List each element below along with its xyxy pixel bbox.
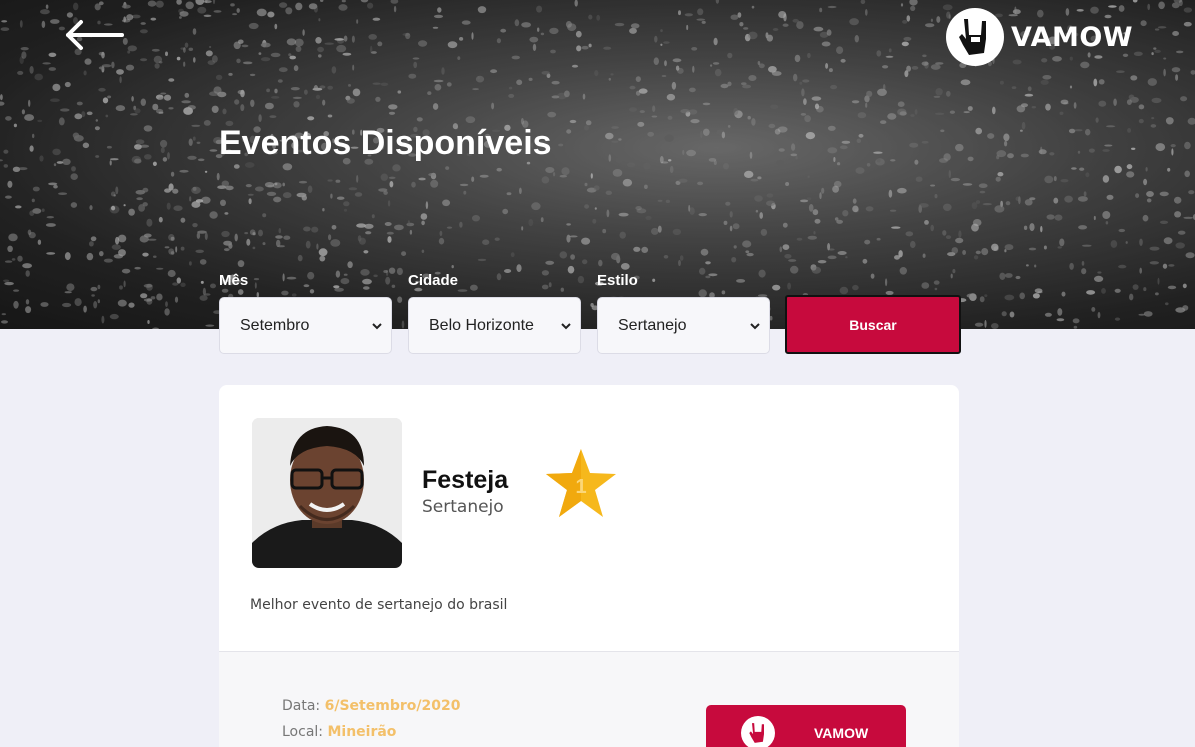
chevron-down-icon [372,323,382,330]
event-date: Data: 6/Setembro/2020 [282,698,460,714]
hero-banner: VAMOW Eventos Disponíveis Mês Cidade Est… [0,0,1195,329]
search-button[interactable]: Buscar [785,295,961,354]
date-label: Data: [282,698,321,714]
month-select[interactable]: Setembro [219,297,392,354]
event-card: Festeja Sertanejo 1 Melhor evento de ser… [219,385,959,747]
month-label: Mês [219,272,249,289]
location-label: Local: [282,724,324,740]
rock-hand-icon [946,8,1004,66]
vamow-button-label: VAMOW [814,725,869,741]
location-value: Mineirão [327,724,397,740]
rock-hand-icon [741,716,775,747]
event-name: Festeja [422,466,509,494]
city-label: Cidade [408,272,459,289]
event-details: Data: 6/Setembro/2020 Local: Mineirão VA… [219,651,959,747]
chevron-down-icon [561,323,571,330]
style-select[interactable]: Sertanejo [597,297,770,354]
date-value: 6/Setembro/2020 [324,698,461,714]
brand-name: VAMOW [1011,21,1134,53]
city-select-value: Belo Horizonte [429,316,534,334]
page-title: Eventos Disponíveis [219,124,552,162]
style-label: Estilo [597,272,638,289]
vamow-button[interactable]: VAMOW [706,705,906,747]
style-select-value: Sertanejo [618,316,687,334]
city-select[interactable]: Belo Horizonte [408,297,581,354]
event-location: Local: Mineirão [282,724,396,740]
back-arrow-icon[interactable] [64,18,124,52]
rank-number: 1 [575,476,586,498]
event-style: Sertanejo [422,497,504,517]
event-description: Melhor evento de sertanejo do brasil [250,597,508,613]
star-icon: 1 [546,449,616,517]
event-photo [252,418,402,568]
chevron-down-icon [750,323,760,330]
brand-logo[interactable]: VAMOW [946,8,1133,66]
month-select-value: Setembro [240,316,310,334]
